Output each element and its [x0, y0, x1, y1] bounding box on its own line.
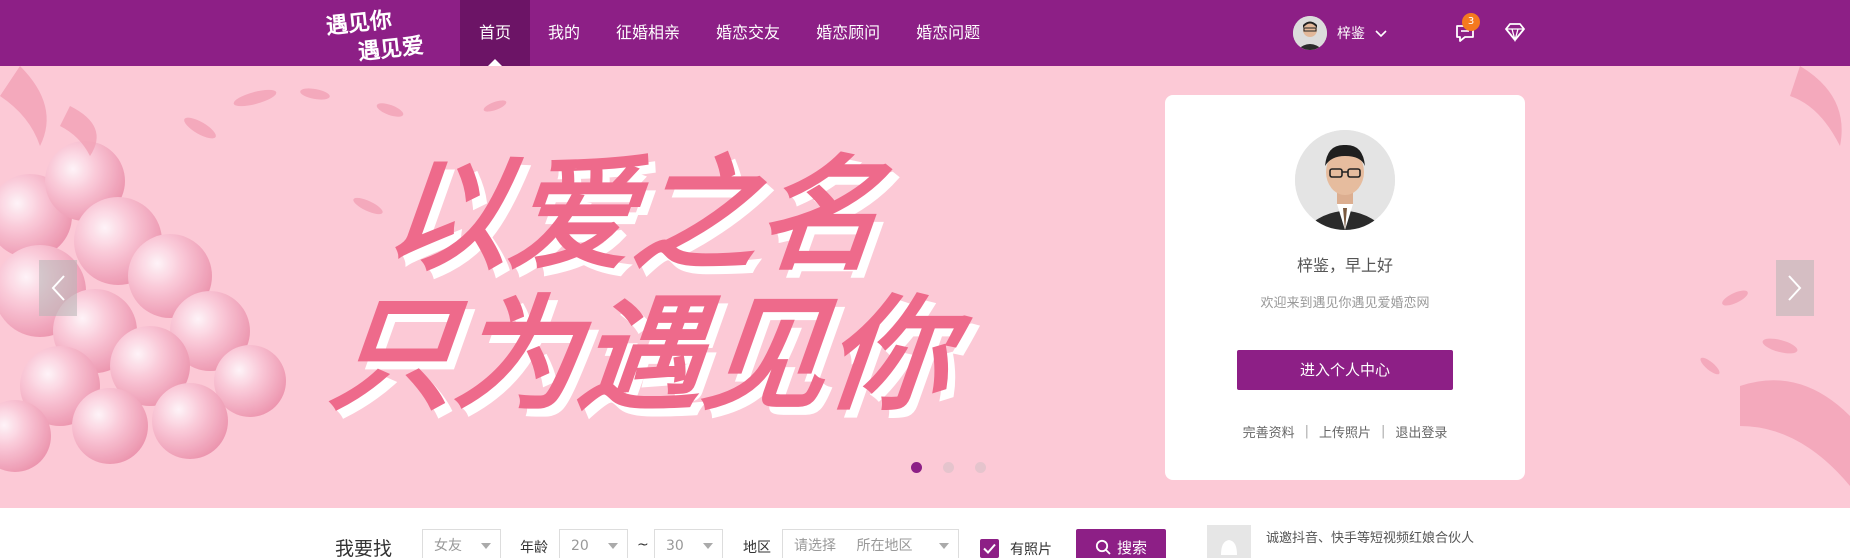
- nav-dating[interactable]: 婚恋交友: [698, 0, 798, 66]
- age-from-select[interactable]: 20: [559, 529, 628, 558]
- age-from-value: 20: [571, 538, 589, 554]
- banner-headline-2: 只为遇见你: [324, 284, 977, 428]
- message-count-badge: 3: [1462, 13, 1480, 31]
- search-button[interactable]: 搜索: [1076, 529, 1166, 558]
- logo-text-1: 遇见你: [325, 8, 393, 40]
- welcome-text: 欢迎来到遇见你遇见爱婚恋网: [1260, 296, 1430, 311]
- quick-search-bar: 我要找 女友 年龄 20 ~ 30 地区 请选择 所在地区 有照片 搜索 诚邀抖…: [0, 508, 1850, 558]
- hero-banner: 以爱之名 以爱之名 只为遇见你 只为遇见你 梓鉴，早上好 欢迎来到遇见你遇见爱婚…: [0, 66, 1850, 508]
- carousel-dot-1[interactable]: [911, 462, 922, 473]
- age-range-separator: ~: [637, 537, 649, 553]
- nav-home[interactable]: 首页: [460, 0, 531, 66]
- divider: |: [1304, 424, 1309, 439]
- region-label: 地区: [743, 540, 771, 556]
- has-photo-label: 有照片: [1010, 542, 1052, 558]
- user-menu[interactable]: 梓鉴: [1293, 15, 1387, 51]
- carousel-prev-button[interactable]: [39, 260, 77, 316]
- logo-text-2: 遇见爱: [357, 34, 425, 62]
- greeting-text: 梓鉴，早上好: [1296, 256, 1393, 275]
- region-select[interactable]: 请选择 所在地区: [782, 529, 959, 558]
- bell-icon: [1207, 525, 1251, 558]
- site-logo[interactable]: 遇见你 遇见爱: [322, 4, 444, 62]
- carousel-dots: [911, 462, 986, 473]
- age-label: 年龄: [520, 540, 548, 556]
- region-value: 所在地区: [856, 538, 913, 554]
- search-button-label: 搜索: [1116, 538, 1147, 557]
- region-placeholder: 请选择: [794, 538, 836, 554]
- notice-text[interactable]: 诚邀抖音、快手等短视频红娘合伙人: [1266, 526, 1496, 552]
- carousel-next-button[interactable]: [1776, 260, 1814, 316]
- chevron-right-icon: [1788, 275, 1802, 301]
- user-name: 梓鉴: [1337, 26, 1365, 42]
- avatar: [1293, 16, 1327, 50]
- chevron-left-icon: [51, 275, 65, 301]
- checkmark-icon: [983, 543, 996, 554]
- search-icon: [1095, 539, 1111, 555]
- caret-down-icon: [608, 543, 618, 554]
- logout-link[interactable]: 退出登录: [1395, 422, 1447, 441]
- carousel-dot-3[interactable]: [975, 462, 986, 473]
- avatar[interactable]: [1295, 130, 1395, 230]
- caret-down-icon: [481, 543, 491, 554]
- divider: |: [1381, 424, 1386, 439]
- personal-center-button[interactable]: 进入个人中心: [1237, 350, 1453, 390]
- banner-illustration: 以爱之名 以爱之名 只为遇见你 只为遇见你: [0, 66, 1850, 486]
- complete-profile-link[interactable]: 完善资料: [1243, 422, 1295, 441]
- age-to-select[interactable]: 30: [654, 529, 723, 558]
- caret-down-icon: [703, 543, 713, 554]
- gender-select[interactable]: 女友: [422, 529, 501, 558]
- nav-questions[interactable]: 婚恋问题: [898, 0, 998, 66]
- search-title: 我要找: [335, 538, 393, 558]
- age-to-value: 30: [666, 538, 684, 554]
- diamond-vip-icon[interactable]: [1503, 22, 1527, 42]
- upload-photo-link[interactable]: 上传照片: [1319, 422, 1371, 441]
- main-nav: 首页 我的 征婚相亲 婚恋交友 婚恋顾问 婚恋问题: [460, 0, 998, 66]
- nav-matchmaking[interactable]: 征婚相亲: [598, 0, 698, 66]
- account-links: 完善资料 | 上传照片 | 退出登录: [1165, 422, 1525, 441]
- has-photo-checkbox[interactable]: [980, 539, 999, 558]
- notice-thumbnail[interactable]: [1207, 525, 1251, 558]
- banner-headline-1: 以爱之名: [379, 144, 896, 288]
- nav-consultant[interactable]: 婚恋顾问: [798, 0, 898, 66]
- caret-down-icon: [939, 543, 949, 554]
- top-nav-bar: 遇见你 遇见爱 首页 我的 征婚相亲 婚恋交友 婚恋顾问 婚恋问题 梓鉴 3: [0, 0, 1850, 66]
- chevron-down-icon: [1375, 30, 1387, 38]
- welcome-card: 梓鉴，早上好 欢迎来到遇见你遇见爱婚恋网 进入个人中心 完善资料 | 上传照片 …: [1165, 95, 1525, 480]
- gender-select-value: 女友: [434, 538, 462, 554]
- nav-mine[interactable]: 我的: [530, 0, 598, 66]
- carousel-dot-2[interactable]: [943, 462, 954, 473]
